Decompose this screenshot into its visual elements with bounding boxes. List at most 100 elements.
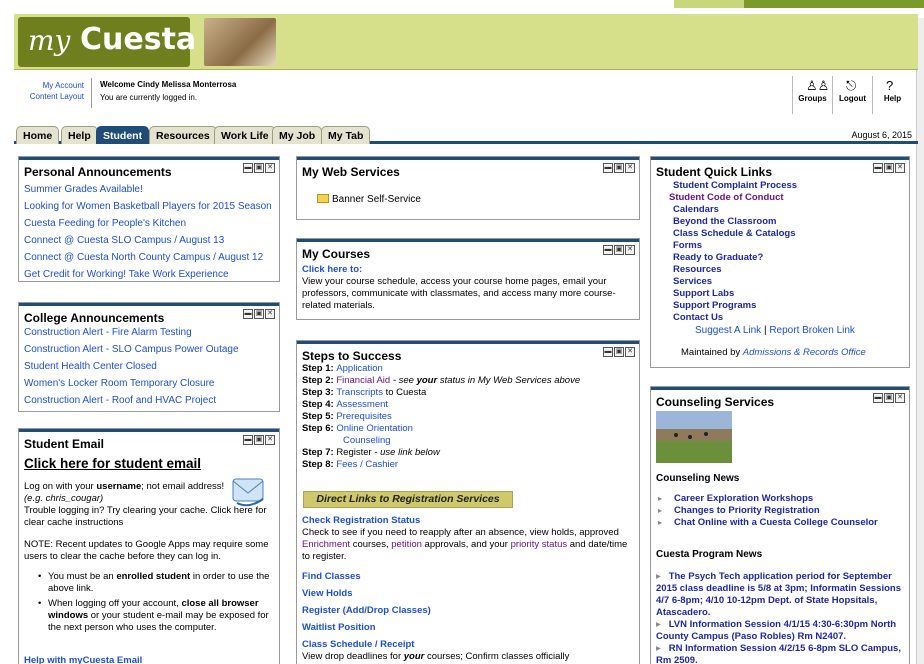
list-item[interactable]: Get Credit for Working! Take Work Experi… [24, 266, 275, 283]
groups-label: Groups [798, 94, 827, 103]
list-item[interactable]: Construction Alert - SLO Campus Power Ou… [24, 341, 275, 358]
minimize-icon[interactable]: ▬ [873, 163, 883, 173]
close-icon[interactable]: ✕ [265, 163, 275, 173]
content-layout-link[interactable]: Content Layout [14, 91, 84, 102]
tab-help[interactable]: Help [61, 126, 98, 144]
text: username [96, 481, 142, 492]
minimize-icon[interactable]: ▬ [603, 245, 613, 255]
list-item[interactable]: ▸ RN Information Session 4/2/15 6-8pm SL… [656, 643, 906, 664]
list-item[interactable]: Support Programs [673, 300, 797, 312]
courses-link[interactable]: Click here to: [302, 264, 636, 276]
panel-title: My Courses [302, 247, 371, 261]
list-item[interactable]: Connect @ Cuesta North County Campus / A… [24, 249, 275, 266]
my-account-link[interactable]: My Account [14, 80, 84, 91]
close-icon[interactable]: ✕ [625, 347, 635, 357]
minimize-icon[interactable]: ▬ [243, 309, 253, 319]
list-item[interactable]: Forms [673, 240, 797, 252]
list-item[interactable]: Student Health Center Closed [24, 358, 275, 375]
list-item[interactable]: Class Schedule & Catalogs [673, 228, 797, 240]
panel-header: My Web Services ▬ ▣ ✕ [297, 157, 639, 179]
close-icon[interactable]: ✕ [625, 245, 635, 255]
minimize-icon[interactable]: ▬ [873, 393, 883, 403]
welcome-block: Welcome Cindy Melissa Monterrosa You are… [100, 78, 236, 104]
email-help-link[interactable]: Help with myCuesta Email [24, 655, 142, 664]
maintained-text: Maintained by [681, 347, 743, 358]
admissions-link[interactable]: Admissions & Records Office [743, 347, 866, 358]
panel-header: Personal Announcements ▬ ▣ ✕ [19, 157, 279, 179]
list-item[interactable]: Chat Online with a Cuesta College Counse… [656, 517, 906, 529]
mycuesta-logo[interactable]: my Cuesta [18, 17, 196, 67]
minimize-icon[interactable]: ▬ [243, 163, 253, 173]
list-item[interactable]: Calendars [673, 204, 797, 216]
list-item[interactable]: Contact Us [673, 312, 797, 324]
list-item[interactable]: Women's Locker Room Temporary Closure [24, 375, 275, 392]
banner-link[interactable]: Banner Self-Service [317, 194, 421, 205]
close-icon[interactable]: ✕ [625, 163, 635, 173]
help-button[interactable]: ? Help [872, 76, 912, 114]
list-item[interactable]: Career Exploration Workshops [656, 493, 906, 505]
register-link[interactable]: Register (Add/Drop Classes) [302, 605, 636, 617]
find-classes-link[interactable]: Find Classes [302, 571, 636, 583]
panel-title: My Web Services [302, 165, 400, 179]
list-item[interactable]: ▸ LVN Information Session 4/1/15 4:30-6:… [656, 619, 906, 643]
report-broken-link[interactable]: Report Broken Link [769, 325, 855, 336]
tab-resources[interactable]: Resources [149, 126, 217, 144]
list-item[interactable]: Changes to Priority Registration [656, 505, 906, 517]
maximize-icon[interactable]: ▣ [254, 163, 264, 173]
panel-header: My Courses ▬ ▣ ✕ [297, 239, 639, 261]
maximize-icon[interactable]: ▣ [614, 347, 624, 357]
direct-links-banner: Direct Links to Registration Services [303, 491, 513, 508]
tab-my-job[interactable]: My Job [272, 126, 323, 144]
list-item[interactable]: Services [673, 276, 797, 288]
list-item[interactable]: Construction Alert - Fire Alarm Testing [24, 324, 275, 341]
close-icon[interactable]: ✕ [895, 393, 905, 403]
suggest-link[interactable]: Suggest A Link [695, 325, 761, 336]
maximize-icon[interactable]: ▣ [614, 245, 624, 255]
tab-my-tab[interactable]: My Tab [321, 126, 371, 144]
logout-label: Logout [838, 94, 867, 103]
list-item[interactable]: Cuesta Feeding for People's Kitchen [24, 215, 275, 232]
view-holds-link[interactable]: View Holds [302, 588, 636, 600]
logout-icon: ⎋ [846, 78, 857, 93]
step-7: Step 7: Register - use link below [302, 447, 440, 458]
list-item[interactable]: Beyond the Classroom [673, 216, 797, 228]
close-icon[interactable]: ✕ [265, 435, 275, 445]
minimize-icon[interactable]: ▬ [603, 163, 613, 173]
tab-student[interactable]: Student [96, 126, 150, 144]
groups-icon: ♙♙ [806, 78, 830, 93]
text: ; not email address! [141, 481, 225, 492]
minimize-icon[interactable]: ▬ [243, 435, 253, 445]
list-item[interactable]: Student Complaint Process [673, 180, 797, 192]
check-registration-link[interactable]: Check Registration Status [302, 515, 636, 527]
maintained-by: Maintained by Admissions & Records Offic… [681, 347, 866, 358]
maximize-icon[interactable]: ▣ [254, 435, 264, 445]
logout-button[interactable]: ⎋ Logout [832, 76, 872, 114]
list-item[interactable]: Ready to Graduate? [673, 252, 797, 264]
maximize-icon[interactable]: ▣ [884, 163, 894, 173]
minimize-icon[interactable]: ▬ [603, 347, 613, 357]
list-item[interactable]: Support Labs [673, 288, 797, 300]
banner-label: Banner Self-Service [332, 194, 421, 205]
tab-home[interactable]: Home [16, 126, 60, 144]
list-item[interactable]: Resources [673, 264, 797, 276]
list-item[interactable]: Student Code of Conduct [669, 192, 797, 204]
close-icon[interactable]: ✕ [895, 163, 905, 173]
list-item[interactable]: Looking for Women Basketball Players for… [24, 198, 275, 215]
list-item[interactable]: Connect @ Cuesta SLO Campus / August 13 [24, 232, 275, 249]
list-item[interactable]: Construction Alert - Roof and HVAC Proje… [24, 392, 275, 409]
maximize-icon[interactable]: ▣ [884, 393, 894, 403]
waitlist-link[interactable]: Waitlist Position [302, 622, 636, 634]
maximize-icon[interactable]: ▣ [254, 309, 264, 319]
page-scrollbar[interactable] [916, 18, 924, 664]
panel-title: Student Email [24, 437, 105, 451]
maximize-icon[interactable]: ▣ [614, 163, 624, 173]
student-email-link[interactable]: Click here for student email [24, 456, 201, 471]
groups-button[interactable]: ♙♙ Groups [792, 76, 832, 114]
steps-list: Step 1: Application Step 2: Financial Ai… [302, 363, 636, 471]
step-6: Step 6: Online Orientation [302, 423, 413, 434]
class-schedule-link[interactable]: Class Schedule / Receipt [302, 639, 636, 651]
list-item[interactable]: Summer Grades Available! [24, 181, 275, 198]
tab-work-life[interactable]: Work Life [214, 126, 276, 144]
list-item[interactable]: ▸ The Psych Tech application period for … [656, 571, 906, 619]
close-icon[interactable]: ✕ [265, 309, 275, 319]
